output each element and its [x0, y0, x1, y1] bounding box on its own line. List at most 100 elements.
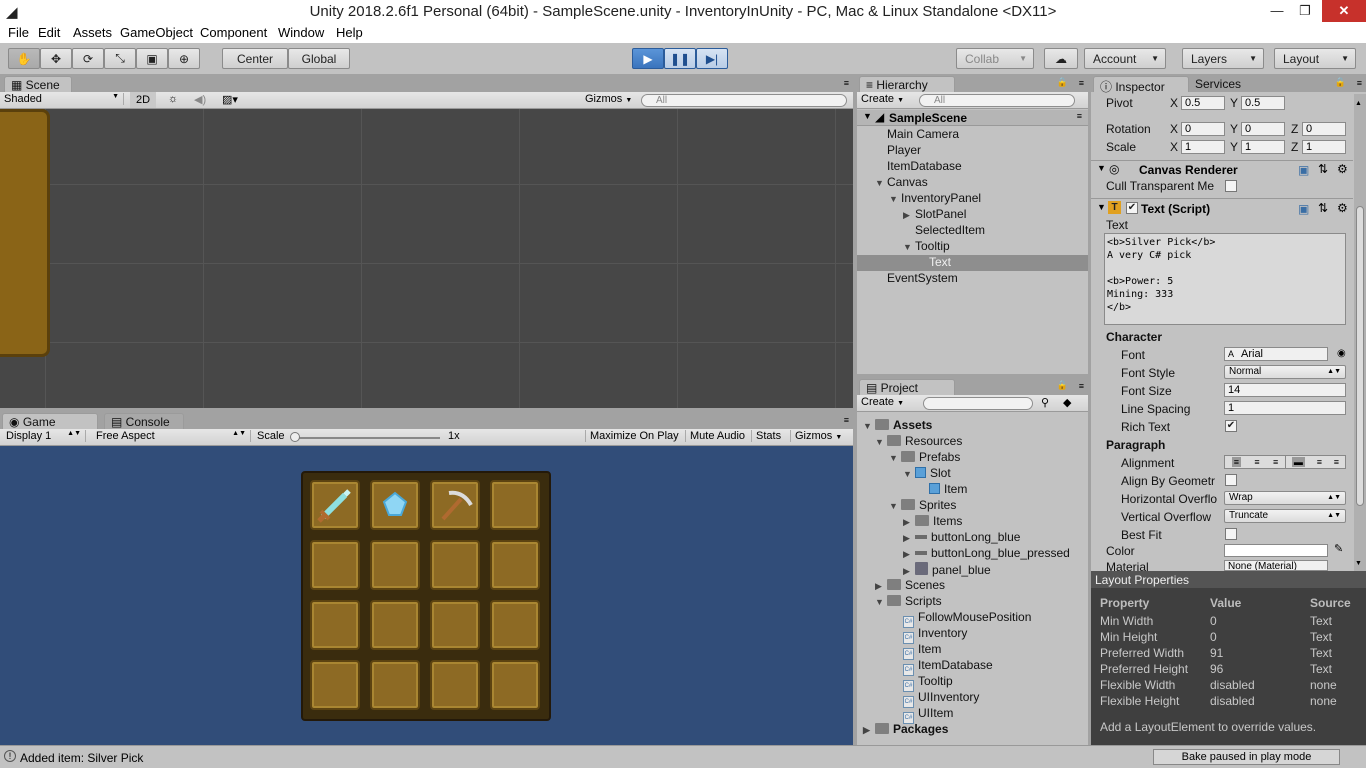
expand-icon[interactable]: ▼: [1097, 202, 1106, 212]
hierarchy-item-text-selected[interactable]: Text: [857, 255, 1088, 271]
menu-assets[interactable]: Assets: [73, 25, 112, 40]
menu-help[interactable]: Help: [336, 25, 363, 40]
project-item-itemdatabase[interactable]: C# ItemDatabase: [903, 658, 993, 676]
menu-edit[interactable]: Edit: [38, 25, 60, 40]
inventory-slot[interactable]: [310, 540, 360, 590]
project-item-inventory[interactable]: C# Inventory: [903, 626, 967, 644]
horizontal-overflow-dropdown[interactable]: Wrap ▲▼: [1224, 491, 1346, 505]
project-item-item-script[interactable]: C# Item: [903, 642, 941, 660]
pause-button[interactable]: ❚❚: [664, 48, 696, 69]
tab-inspector[interactable]: ⓘ Inspector: [1093, 76, 1189, 94]
inventory-slot[interactable]: [490, 540, 540, 590]
rect-tool-icon[interactable]: ▣: [136, 48, 168, 69]
scale-x-field[interactable]: 1: [1181, 140, 1225, 154]
material-field[interactable]: None (Material): [1224, 560, 1328, 571]
settings-gear-icon[interactable]: ⚙: [1337, 162, 1348, 176]
inspector-lock-icon[interactable]: 🔒: [1335, 77, 1346, 88]
layers-dropdown[interactable]: Layers ▼: [1182, 48, 1264, 69]
scale-slider[interactable]: [292, 437, 440, 439]
scale-z-field[interactable]: 1: [1302, 140, 1346, 154]
hierarchy-item-slotpanel[interactable]: ▶ SlotPanel: [903, 207, 966, 223]
inventory-slot[interactable]: [490, 600, 540, 650]
preset-icon[interactable]: ⇅: [1318, 201, 1328, 215]
project-item-buttonlong-blue[interactable]: ▶ buttonLong_blue: [903, 530, 1020, 546]
effects-icon[interactable]: ▨▾: [222, 93, 238, 106]
object-picker-icon[interactable]: ◉: [1337, 348, 1346, 359]
pivot-x-field[interactable]: 0.5: [1181, 96, 1225, 110]
inventory-slot[interactable]: [490, 660, 540, 710]
project-item-packages[interactable]: ▶ Packages: [863, 722, 948, 738]
mode-2d-toggle[interactable]: 2D: [130, 92, 156, 108]
menu-gameobject[interactable]: GameObject: [120, 25, 193, 40]
canvas-renderer-header[interactable]: ▼ ◎ Canvas Renderer ▣ ⇅ ⚙: [1091, 160, 1353, 178]
move-tool-icon[interactable]: ✥: [40, 48, 72, 69]
hierarchy-item-main-camera[interactable]: Main Camera: [887, 127, 959, 143]
scroll-down-icon[interactable]: ▼: [1355, 560, 1362, 567]
vertical-alignment-group[interactable]: ▬ ≡ ≡: [1285, 455, 1346, 469]
inventory-slot[interactable]: [430, 600, 480, 650]
search-by-type-icon[interactable]: ⚲: [1041, 396, 1049, 409]
project-item-prefabs[interactable]: ▼ Prefabs: [889, 450, 960, 466]
project-item-scenes[interactable]: ▶ Scenes: [875, 578, 945, 594]
preset-icon[interactable]: ⇅: [1318, 162, 1328, 176]
line-spacing-field[interactable]: 1: [1224, 401, 1346, 415]
eyedropper-icon[interactable]: ✎: [1334, 542, 1343, 555]
text-script-header[interactable]: ▼ T ✔ Text (Script) ▣ ⇅ ⚙: [1091, 198, 1353, 218]
inventory-slot[interactable]: [370, 600, 420, 650]
scene-row-menu-icon[interactable]: ≡: [1077, 111, 1082, 121]
layout-dropdown[interactable]: Layout ▼: [1274, 48, 1356, 69]
rotate-tool-icon[interactable]: ⟳: [72, 48, 104, 69]
hierarchy-item-inventorypanel[interactable]: ▼ InventoryPanel: [889, 191, 981, 207]
close-icon[interactable]: ✕: [1322, 0, 1366, 22]
align-bottom-icon[interactable]: ≡: [1334, 457, 1339, 467]
audio-icon[interactable]: ◀): [194, 93, 206, 106]
inspector-menu-icon[interactable]: ≡: [1357, 78, 1362, 88]
rotation-z-field[interactable]: 0: [1302, 122, 1346, 136]
game-panel-menu-icon[interactable]: ≡: [844, 415, 849, 425]
tab-hierarchy[interactable]: ≡ Hierarchy: [859, 76, 955, 92]
inventory-slot[interactable]: [370, 480, 420, 530]
project-lock-icon[interactable]: 🔒: [1057, 380, 1068, 391]
align-left-icon[interactable]: ≡: [1231, 457, 1241, 467]
hierarchy-item-selecteditem[interactable]: SelectedItem: [915, 223, 985, 239]
text-content-area[interactable]: <b>Silver Pick</b> A very C# pick <b>Pow…: [1104, 233, 1346, 325]
hierarchy-item-itemdatabase[interactable]: ItemDatabase: [887, 159, 962, 175]
hierarchy-search-input[interactable]: All: [919, 94, 1075, 107]
play-button[interactable]: ▶: [632, 48, 664, 69]
inventory-slot[interactable]: [310, 600, 360, 650]
maximize-on-play-toggle[interactable]: Maximize On Play: [585, 430, 679, 442]
hand-tool-icon[interactable]: ✋: [8, 48, 40, 69]
project-item-panel-blue[interactable]: ▶ panel_blue: [903, 562, 991, 578]
scene-gizmos-dropdown[interactable]: Gizmos ▼: [585, 93, 632, 105]
hierarchy-item-eventsystem[interactable]: EventSystem: [887, 271, 958, 287]
cull-transparent-checkbox[interactable]: [1225, 180, 1237, 192]
scene-view[interactable]: [0, 109, 853, 408]
maximize-icon[interactable]: ❐: [1290, 0, 1320, 22]
search-by-label-icon[interactable]: ◆: [1063, 396, 1071, 409]
tab-services[interactable]: Services: [1189, 76, 1279, 92]
expand-icon[interactable]: ▼: [903, 242, 915, 252]
scale-slider-handle[interactable]: [290, 432, 300, 442]
project-create-dropdown[interactable]: Create ▼: [861, 396, 904, 408]
status-message[interactable]: Added item: Silver Pick: [20, 751, 143, 765]
pivot-y-field[interactable]: 0.5: [1241, 96, 1285, 110]
project-item-uiitem[interactable]: C# UIItem: [903, 706, 953, 724]
hierarchy-item-player[interactable]: Player: [887, 143, 921, 159]
step-button[interactable]: ▶|: [696, 48, 728, 69]
align-middle-icon[interactable]: ≡: [1317, 457, 1322, 467]
hierarchy-item-tooltip[interactable]: ▼ Tooltip: [903, 239, 950, 255]
panel-menu-icon[interactable]: ≡: [844, 78, 849, 88]
best-fit-checkbox[interactable]: [1225, 528, 1237, 540]
project-item-uiinventory[interactable]: C# UIInventory: [903, 690, 979, 708]
lighting-icon[interactable]: ☼: [168, 93, 178, 105]
inventory-slot[interactable]: [370, 660, 420, 710]
project-item-items-folder[interactable]: ▶ Items: [903, 514, 962, 530]
project-item-item-prefab[interactable]: Item: [929, 482, 967, 498]
project-item-assets[interactable]: ▼ Assets: [863, 418, 932, 434]
align-top-icon[interactable]: ▬: [1291, 457, 1305, 467]
align-by-geometry-checkbox[interactable]: [1225, 474, 1237, 486]
sword-icon[interactable]: [315, 485, 355, 528]
project-item-buttonlong-blue-pressed[interactable]: ▶ buttonLong_blue_pressed: [903, 546, 1070, 562]
menu-component[interactable]: Component: [200, 25, 267, 40]
scale-tool-icon[interactable]: ⤡: [104, 48, 136, 69]
